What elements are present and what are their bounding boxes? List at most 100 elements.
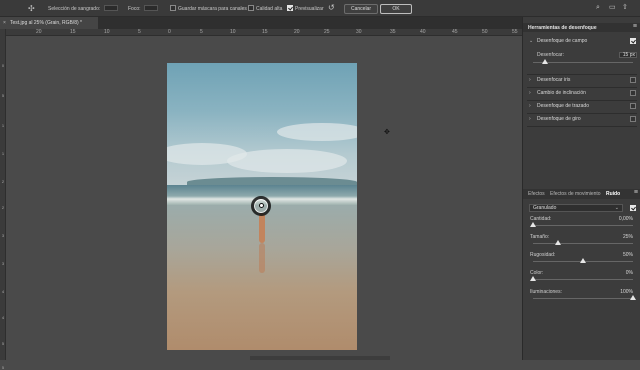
high-quality-checkbox[interactable] (248, 5, 254, 11)
slider-thumb[interactable] (530, 222, 536, 227)
field-blur-row[interactable]: ⌄ Desenfoque de campo (523, 37, 640, 46)
close-tab-icon[interactable]: × (3, 17, 6, 29)
ruler-tick: 35 (390, 29, 396, 35)
path-blur-row[interactable]: › Desenfoque de trazado (523, 102, 640, 111)
iris-blur-checkbox[interactable] (630, 77, 636, 83)
divider (527, 126, 637, 127)
ruler-tick: 25 (324, 29, 330, 35)
slider-track[interactable] (533, 62, 633, 63)
slider-thumb[interactable] (530, 276, 536, 281)
slider-track[interactable] (533, 243, 633, 244)
divider (527, 87, 637, 88)
ruler-tick: 20 (294, 29, 300, 35)
path-blur-checkbox[interactable] (630, 103, 636, 109)
noise-param-roughness[interactable]: Rugosidad: 50% (523, 252, 640, 268)
noise-param-highlights[interactable]: Iluminaciones: 100% (523, 289, 640, 305)
workspace-icon[interactable]: ▭ (609, 4, 616, 12)
effects-tab-bar: Efectos Efectos de movimiento Ruido ≡ (523, 189, 640, 199)
ruler-tick: 20 (36, 29, 42, 35)
ruler-tick: 10 (104, 29, 110, 35)
bleed-selection-field[interactable] (104, 5, 118, 11)
blur-tools-header: Herramientas de desenfoque ≡ (523, 23, 640, 32)
ruler-tick: 5 (200, 29, 203, 35)
save-mask-checkbox[interactable] (170, 5, 176, 11)
reset-arrow-icon[interactable]: ↺ (328, 4, 335, 12)
chevron-right-icon[interactable]: › (529, 77, 531, 83)
divider (527, 100, 637, 101)
ok-button[interactable]: OK (380, 4, 412, 14)
noise-param-amount[interactable]: Cantidad: 0,00% (523, 216, 640, 232)
noise-enable-row (523, 204, 640, 213)
blur-tools-title: Herramientas de desenfoque (528, 25, 597, 31)
param-value[interactable]: 50% (623, 252, 633, 258)
chevron-right-icon[interactable]: › (529, 103, 531, 109)
slider-thumb[interactable] (580, 258, 586, 263)
spin-blur-label: Desenfoque de giro (537, 116, 581, 122)
slider-track[interactable] (533, 279, 633, 280)
ruler-tick: 45 (452, 29, 458, 35)
param-value[interactable]: 0,00% (619, 216, 633, 222)
preview-label: Previsualizar (295, 6, 324, 12)
iris-blur-row[interactable]: › Desenfocar iris (523, 76, 640, 85)
photo-reflection (259, 243, 265, 273)
param-label: Iluminaciones: (530, 289, 562, 295)
ruler-tick: 0 (168, 29, 171, 35)
param-value[interactable]: 0% (626, 270, 633, 276)
param-value[interactable]: 25% (623, 234, 633, 240)
horizontal-ruler[interactable]: 20 15 10 5 0 5 10 15 20 25 30 35 40 45 5… (6, 29, 522, 36)
slider-track[interactable] (533, 298, 633, 299)
ruler-tick: 50 (482, 29, 488, 35)
high-quality-label: Calidad alta (256, 6, 283, 12)
param-label: Tamaño: (530, 234, 550, 240)
photo-person (259, 213, 265, 243)
ruler-tick: 5 (1, 365, 5, 370)
slider-thumb[interactable] (555, 240, 561, 245)
noise-param-color[interactable]: Color: 0% (523, 270, 640, 286)
options-bar: ✣ Selección de sangrado: Foco: Guardar m… (0, 0, 640, 17)
panel-menu-icon[interactable]: ≡ (634, 189, 638, 197)
blur-amount-label: Desenfocar: (537, 52, 564, 58)
ruler-tick: 10 (230, 29, 236, 35)
ruler-tick: 15 (262, 29, 268, 35)
field-blur-checkbox[interactable] (630, 38, 636, 44)
save-mask-label: Guardar máscara para canales (178, 6, 247, 12)
tilt-shift-row[interactable]: › Cambio de inclinación (523, 89, 640, 98)
slider-thumb[interactable] (542, 59, 548, 64)
iris-blur-label: Desenfocar iris (537, 77, 571, 83)
photo-cloud (227, 149, 347, 173)
slider-track[interactable] (533, 225, 633, 226)
slider-thumb[interactable] (630, 295, 636, 300)
status-bar (250, 356, 390, 360)
noise-param-size[interactable]: Tamaño: 25% (523, 234, 640, 250)
share-icon[interactable]: ⇧ (622, 4, 628, 12)
blur-gallery-pin-icon[interactable]: ✣ (28, 4, 37, 13)
tab-effects[interactable]: Efectos (528, 191, 545, 197)
document-title: Test.jpg al 25% (Grain, RGB/8) * (10, 20, 82, 26)
blur-tools-panel: Herramientas de desenfoque ≡ ⌄ Desenfoqu… (522, 17, 640, 360)
preview-checkbox[interactable] (287, 5, 293, 11)
document-tab[interactable]: × Test.jpg al 25% (Grain, RGB/8) * (0, 17, 98, 29)
focus-pin-icon[interactable] (259, 203, 264, 208)
path-blur-label: Desenfoque de trazado (537, 103, 589, 109)
tilt-shift-label: Cambio de inclinación (537, 90, 586, 96)
ruler-tick: 15 (70, 29, 76, 35)
ruler-tick: 40 (420, 29, 426, 35)
cancel-button[interactable]: Cancelar (344, 4, 378, 14)
tab-noise[interactable]: Ruido (606, 191, 620, 197)
focus-field[interactable] (144, 5, 158, 11)
chevron-down-icon[interactable]: ⌄ (529, 38, 533, 44)
panel-menu-icon[interactable]: ≡ (633, 23, 637, 31)
spin-blur-checkbox[interactable] (630, 116, 636, 122)
pin-cursor-icon: ✥ (384, 129, 390, 136)
chevron-right-icon[interactable]: › (529, 116, 531, 122)
spin-blur-row[interactable]: › Desenfoque de giro (523, 115, 640, 124)
tab-motion-effects[interactable]: Efectos de movimiento (550, 191, 601, 197)
search-icon[interactable]: ⌕ (596, 4, 600, 12)
noise-enabled-checkbox[interactable] (630, 205, 636, 211)
blur-amount-value[interactable]: 15 px (619, 52, 637, 58)
ruler-tick: 5 (138, 29, 141, 35)
bleed-selection-label: Selección de sangrado: (48, 6, 101, 12)
ruler-tick: 30 (356, 29, 362, 35)
tilt-shift-checkbox[interactable] (630, 90, 636, 96)
chevron-right-icon[interactable]: › (529, 90, 531, 96)
